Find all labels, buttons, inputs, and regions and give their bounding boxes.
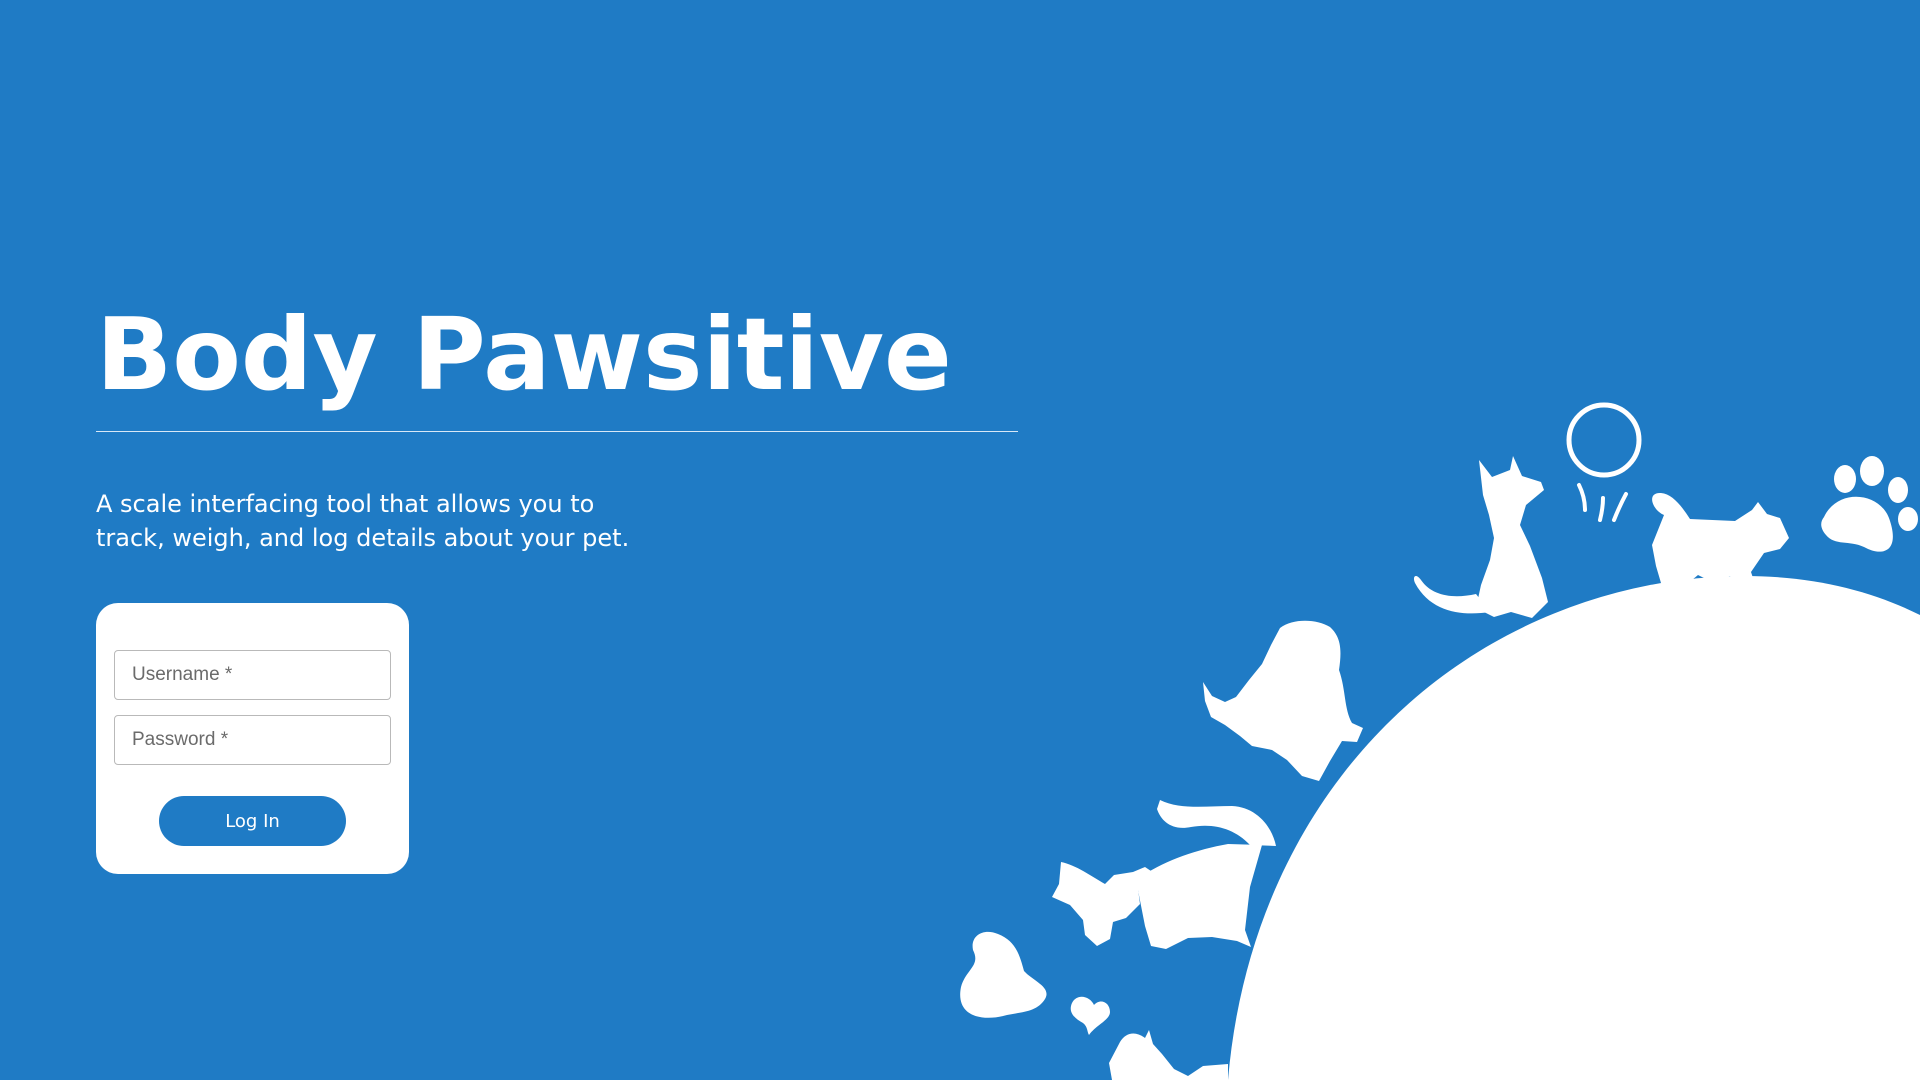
ball-motion-lines: [1577, 483, 1628, 522]
dog-silhouette: [1203, 620, 1363, 781]
login-card: Log In: [96, 603, 409, 874]
paw-print-icon: [1821, 456, 1918, 552]
heart-icon: [960, 931, 1047, 1018]
title-divider: [96, 431, 1018, 432]
planet-shape: [1228, 576, 1920, 1080]
dog-silhouette: [1652, 492, 1789, 590]
hero-header: Body Pawsitive: [96, 295, 1018, 432]
dog-silhouette: [1052, 800, 1276, 949]
password-field[interactable]: [114, 715, 391, 765]
ball-icon: [1566, 402, 1642, 478]
heart-icon: [1070, 996, 1110, 1035]
dog-silhouette: [1413, 456, 1548, 618]
page-title: Body Pawsitive: [96, 296, 952, 413]
username-field[interactable]: [114, 650, 391, 700]
dog-silhouette: [1109, 1030, 1228, 1080]
app-description: A scale interfacing tool that allows you…: [96, 490, 630, 552]
login-button[interactable]: Log In: [159, 796, 346, 846]
